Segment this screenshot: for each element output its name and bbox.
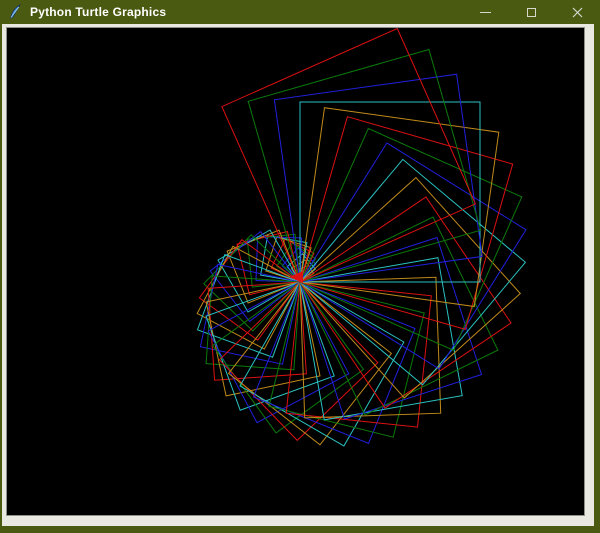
canvas-border bbox=[7, 28, 584, 515]
window-title: Python Turtle Graphics bbox=[30, 5, 166, 19]
maximize-button[interactable] bbox=[508, 0, 554, 24]
titlebar[interactable]: Python Turtle Graphics bbox=[0, 0, 600, 24]
maximize-icon bbox=[527, 8, 536, 17]
canvas-frame bbox=[2, 24, 594, 526]
tk-feather-icon bbox=[8, 4, 22, 20]
window-controls bbox=[462, 0, 600, 24]
close-button[interactable] bbox=[554, 0, 600, 24]
minimize-button[interactable] bbox=[462, 0, 508, 24]
spiral-squares bbox=[197, 29, 526, 446]
close-icon bbox=[572, 7, 583, 18]
turtle-graphics-window: Python Turtle Graphics bbox=[0, 0, 600, 533]
turtle-canvas bbox=[7, 28, 584, 515]
minimize-icon bbox=[480, 12, 491, 13]
